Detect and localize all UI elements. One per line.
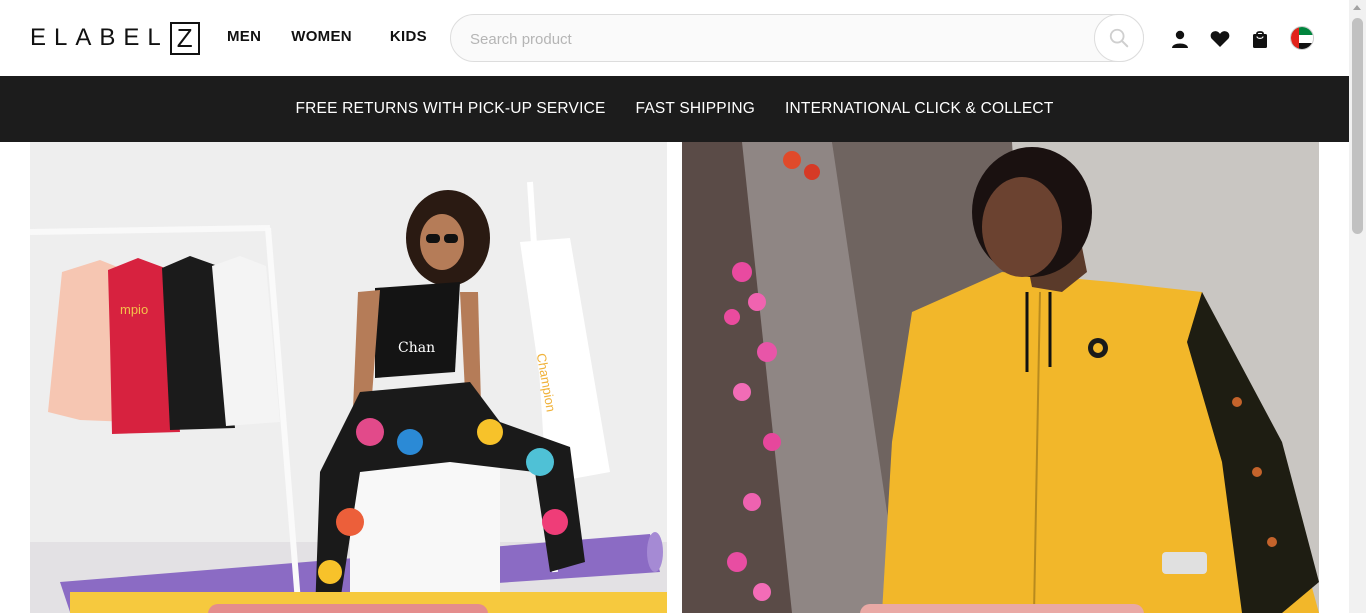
user-icon [1172, 30, 1188, 48]
wishlist-button[interactable] [1210, 28, 1230, 50]
nav-item-men[interactable]: MEN [227, 28, 261, 45]
svg-text:Chan: Chan [398, 340, 435, 356]
promo-fast-shipping: FAST SHIPPING [635, 100, 755, 117]
svg-text:mpio: mpio [120, 302, 148, 317]
header-actions [1170, 26, 1314, 50]
hero-men-image [682, 142, 1319, 613]
nav-item-women[interactable]: WOMEN [291, 28, 352, 45]
account-button[interactable] [1170, 28, 1190, 50]
bag-icon [1253, 30, 1267, 48]
site-logo[interactable]: ELABEL Z [30, 21, 200, 55]
search-input[interactable] [470, 27, 1090, 51]
search-bar [450, 14, 1144, 62]
promo-click-collect: INTERNATIONAL CLICK & COLLECT [785, 100, 1054, 117]
promo-bar: FREE RETURNS WITH PICK-UP SERVICE FAST S… [0, 76, 1349, 142]
scrollbar-thumb[interactable] [1352, 18, 1363, 234]
search-button[interactable] [1094, 14, 1144, 62]
hero-banner-men[interactable] [682, 142, 1319, 613]
hero-women-image: mpio Champion Chan [30, 142, 667, 613]
logo-box-letter: Z [169, 21, 200, 55]
heart-icon [1210, 30, 1230, 47]
search-icon [1109, 28, 1129, 48]
site-header: ELABEL Z MEN WOMEN KIDS [0, 0, 1349, 76]
page-scrollbar[interactable] [1349, 0, 1366, 613]
logo-text: ELABEL [30, 24, 169, 51]
nav-item-kids[interactable]: KIDS [390, 28, 427, 45]
uae-flag-icon [1291, 27, 1313, 49]
country-selector[interactable] [1290, 26, 1314, 50]
promo-free-returns: FREE RETURNS WITH PICK-UP SERVICE [295, 100, 606, 117]
scroll-up-arrow-icon[interactable] [1353, 5, 1361, 10]
cart-button[interactable] [1250, 28, 1270, 50]
main-nav: MEN WOMEN KIDS [227, 28, 427, 45]
hero-banner-women[interactable]: mpio Champion Chan [30, 142, 667, 613]
